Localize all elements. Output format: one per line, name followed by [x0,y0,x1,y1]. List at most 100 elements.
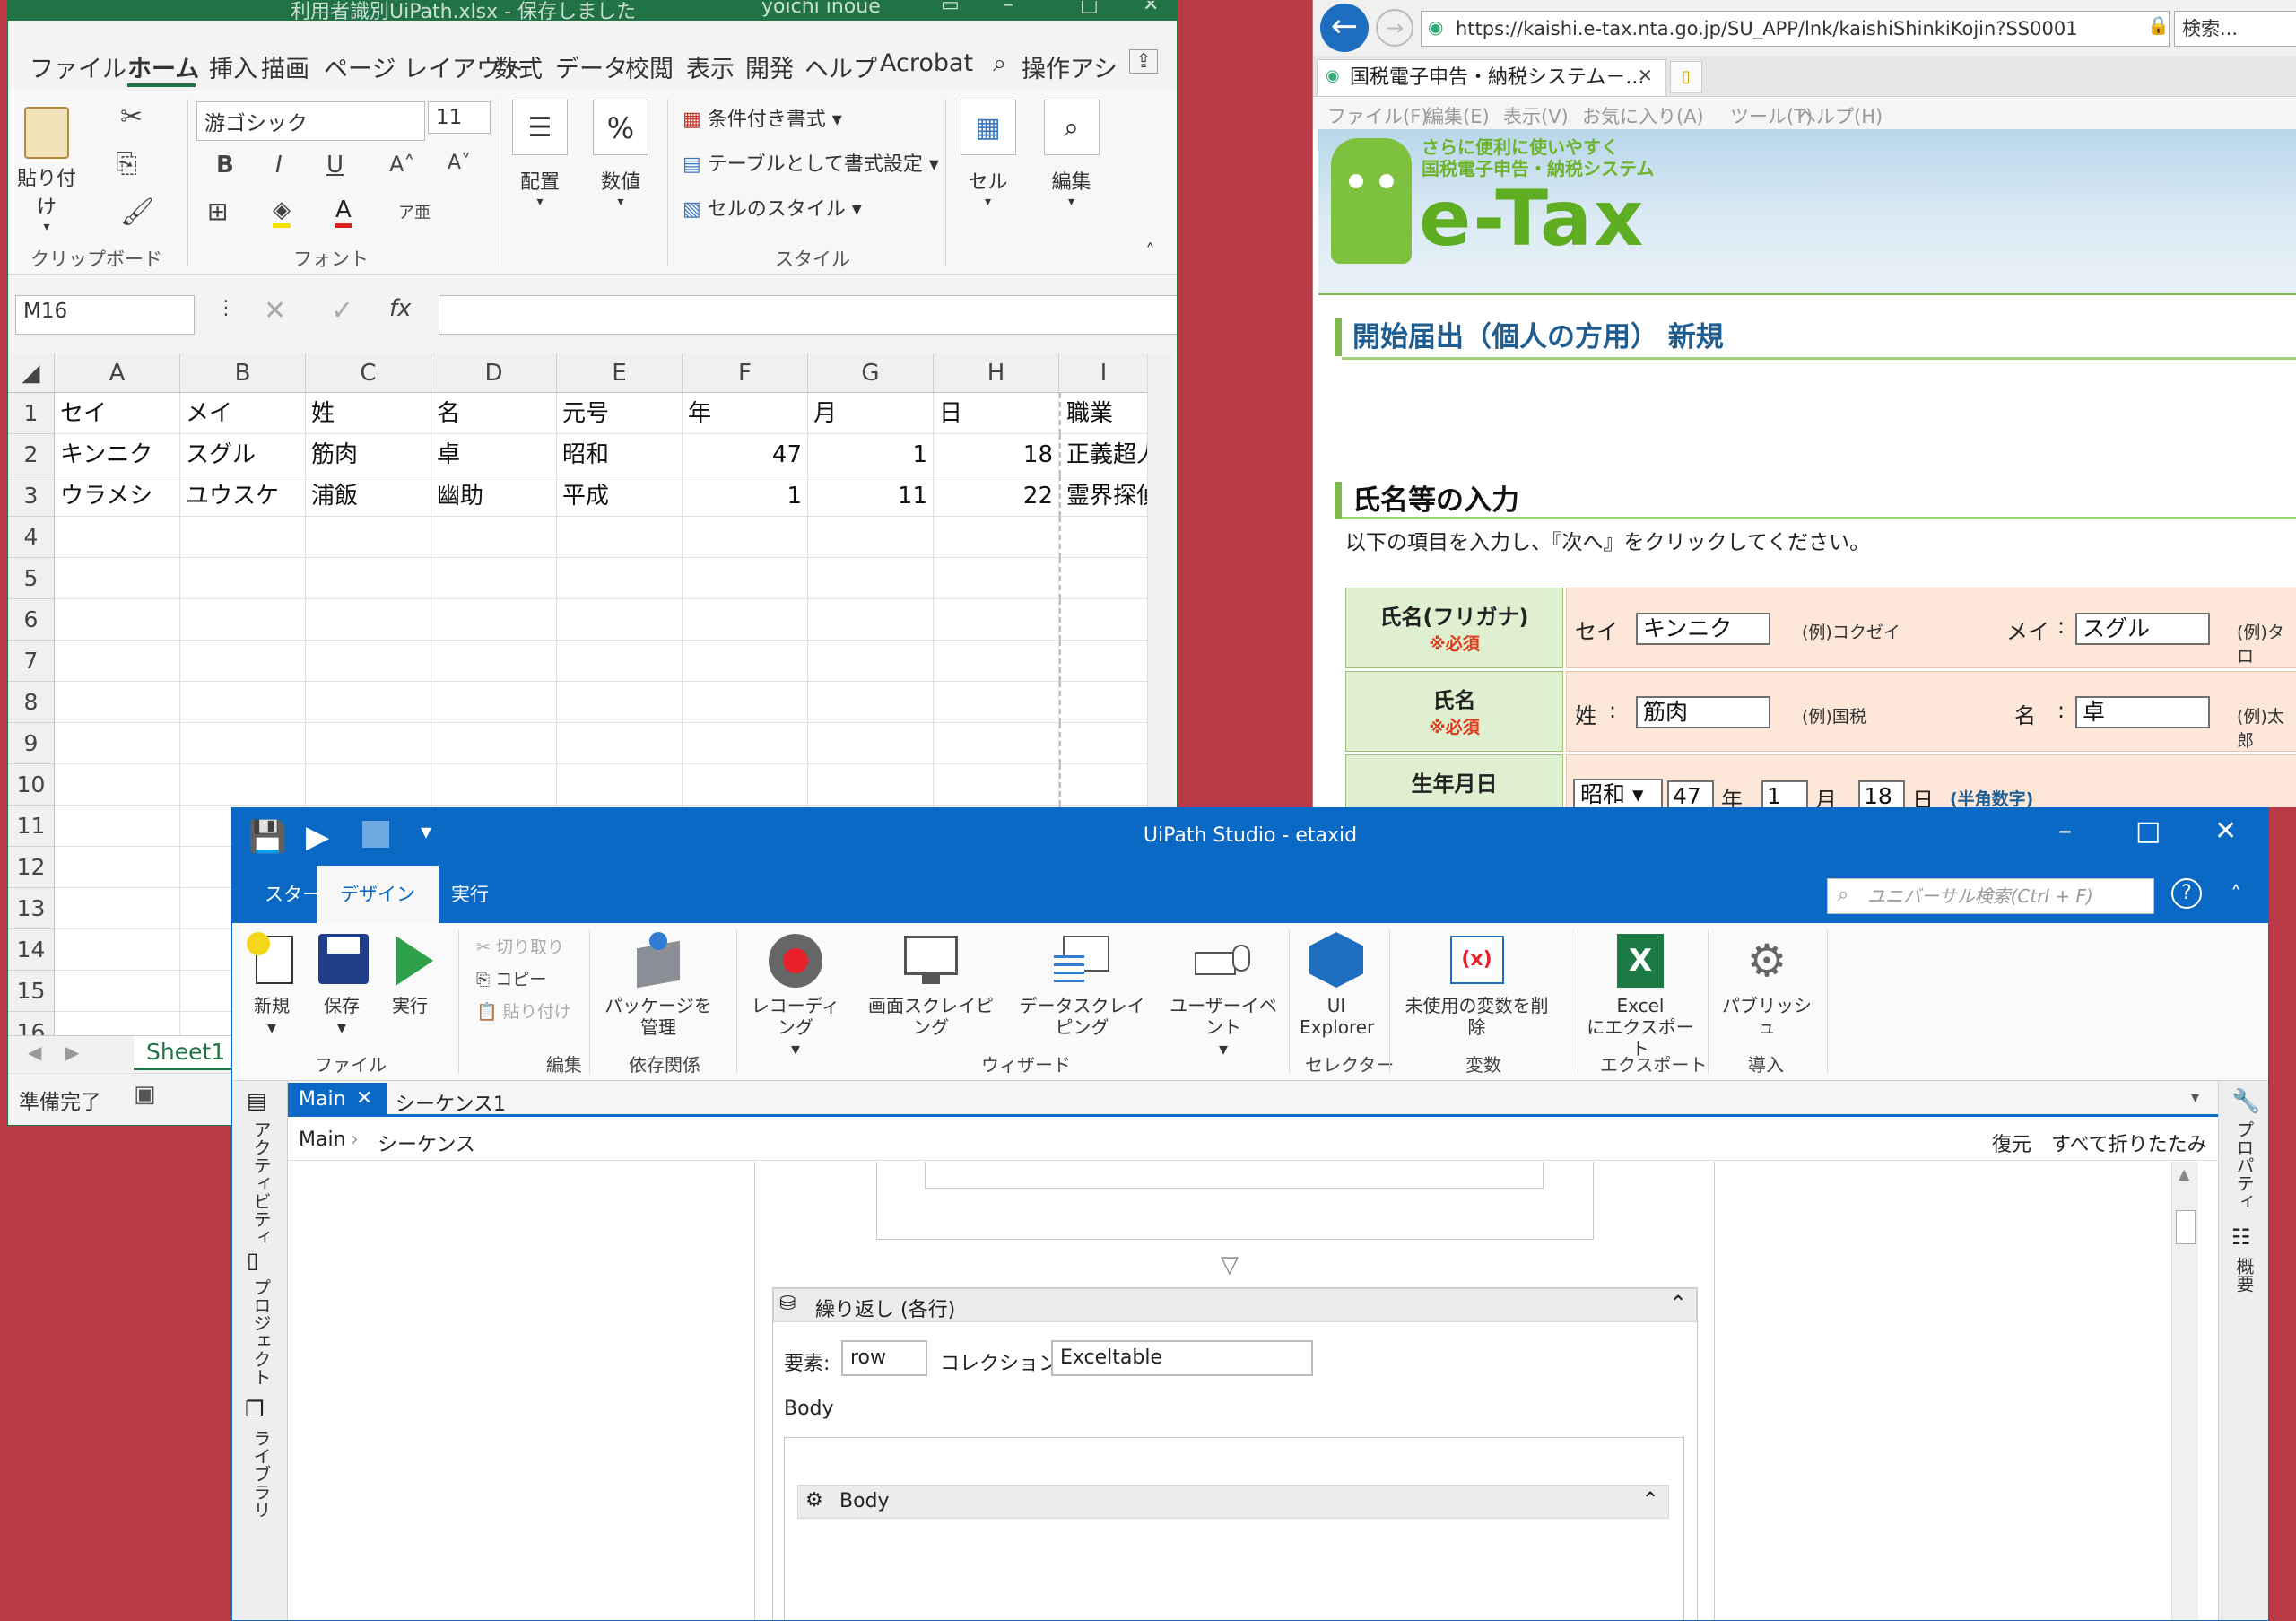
export-excel-button[interactable]: X Excel にエクスポート [1587,932,1694,1059]
search-box[interactable]: 検索... [2174,11,2296,47]
table-cell[interactable] [934,682,1059,723]
sei-kanji-input[interactable]: 筋肉 [1636,696,1770,728]
close-tab-icon[interactable]: ✕ [1638,65,1653,86]
menu-view[interactable]: 表示(V) [1503,102,1569,129]
table-cell[interactable] [431,599,557,641]
table-cell[interactable] [180,682,306,723]
screen-scraping-button[interactable]: 画面スクレイピング [864,932,998,1038]
number-button[interactable]: % 数値 ▾ [589,100,652,209]
table-cell[interactable] [1059,682,1147,723]
column-header[interactable]: H [934,353,1059,393]
table-cell[interactable] [557,723,683,764]
column-header[interactable]: C [306,353,431,393]
table-cell[interactable] [557,764,683,806]
table-cell[interactable]: 1 [683,475,808,517]
enter-icon[interactable]: ✓ [331,295,353,327]
table-cell[interactable] [934,641,1059,682]
table-cell[interactable] [180,723,306,764]
conditional-format-button[interactable]: ▦ 条件付き書式 ▾ [683,103,842,132]
table-cell[interactable] [55,517,180,558]
breadcrumb-main[interactable]: Main [299,1129,346,1151]
table-cell[interactable]: キンニク [55,434,180,475]
table-cell[interactable]: 月 [808,393,934,434]
table-cell[interactable] [1059,558,1147,599]
maximize-icon[interactable]: □ [2135,815,2161,847]
table-cell[interactable]: 日 [934,393,1059,434]
column-header[interactable]: A [55,353,180,393]
paste-button[interactable]: 📋 貼り付け [476,998,571,1023]
sheet-tab[interactable]: Sheet1 [134,1036,239,1070]
collection-input[interactable]: Exceltable [1051,1340,1313,1376]
table-cell[interactable]: 47 [683,434,808,475]
row-header[interactable]: 7 [8,641,55,682]
share-icon[interactable]: ⇪ [1129,49,1159,74]
close-icon[interactable]: ✕ [2214,815,2237,847]
copy-button[interactable]: ⎘ コピー [476,966,546,990]
panel-properties[interactable]: プロパティ [2231,1120,2257,1210]
table-cell[interactable] [683,723,808,764]
collapse-activity-icon[interactable]: ⌃ [1669,1291,1687,1316]
panel-activities[interactable]: アクティビティ [248,1120,274,1246]
table-cell[interactable] [934,599,1059,641]
table-cell[interactable] [55,1012,180,1035]
bold-icon[interactable]: B [216,152,234,179]
year-input[interactable]: 47 [1667,780,1714,807]
prev-sheet-icon[interactable]: ◀ [28,1041,41,1063]
table-cell[interactable] [55,641,180,682]
tab-review[interactable]: 校閲 [625,49,674,84]
body-container[interactable]: ⚙ Body ⌃ [784,1437,1684,1620]
workflow-canvas[interactable]: ▽ ⛁ 繰り返し (各行) ⌃ 要素: row コレクション: Exceltab… [288,1162,2198,1620]
tab-acrobat[interactable]: Acrobat [880,49,973,77]
table-cell[interactable] [55,888,180,929]
tell-me-input[interactable]: 操作アシ [1022,49,1118,84]
scroll-up-icon[interactable]: ▲ [2179,1165,2189,1182]
table-cell[interactable] [934,764,1059,806]
body-sequence-header[interactable]: ⚙ Body ⌃ [797,1485,1669,1519]
row-header[interactable]: 11 [8,806,55,847]
search-icon[interactable]: ⌕ [993,49,1006,78]
table-cell[interactable]: 正義超人 [1059,434,1147,475]
tab-formulas[interactable]: 数式 [494,49,543,84]
cut-icon[interactable]: ✂ [120,101,143,133]
column-header[interactable]: B [180,353,306,393]
table-cell[interactable] [808,682,934,723]
column-header[interactable]: D [431,353,557,393]
menu-edit[interactable]: 編集(E) [1425,102,1490,129]
table-cell[interactable]: 1 [808,434,934,475]
table-cell[interactable] [55,929,180,971]
tab-execute[interactable]: 実行 [428,866,512,923]
row-header[interactable]: 10 [8,764,55,806]
new-tab-icon[interactable]: ▯ [1670,61,1702,93]
macro-record-icon[interactable]: ▣ [134,1081,156,1108]
sei-input[interactable]: キンニク [1636,613,1770,645]
row-header[interactable]: 1 [8,393,55,434]
table-cell[interactable]: 18 [934,434,1059,475]
table-cell[interactable] [683,599,808,641]
table-cell[interactable] [934,558,1059,599]
format-painter-icon[interactable]: 🖌 [120,196,154,228]
tab-file[interactable]: ファイル [30,49,126,84]
formula-input[interactable] [439,295,1177,335]
table-cell[interactable] [306,517,431,558]
url-input[interactable]: https://kaishi.e-tax.nta.go.jp/SU_APP/ln… [1421,11,2170,47]
table-cell[interactable]: 筋肉 [306,434,431,475]
table-cell[interactable] [180,517,306,558]
table-cell[interactable]: 浦飯 [306,475,431,517]
row-header[interactable]: 16 [8,1012,55,1035]
tab-draw[interactable]: 描画 [261,49,309,84]
table-cell[interactable] [1059,517,1147,558]
border-icon[interactable]: ⊞ [207,196,228,226]
column-header[interactable]: E [557,353,683,393]
alignment-button[interactable]: ☰ 配置 ▾ [509,100,571,209]
table-cell[interactable] [1059,599,1147,641]
panel-project[interactable]: プロジェクト [248,1278,274,1386]
manage-packages-button[interactable]: パッケージを管理 [600,932,717,1038]
table-cell[interactable] [808,599,934,641]
table-cell[interactable] [808,517,934,558]
minimize-icon[interactable]: – [1004,1,1013,16]
tab-dropdown-icon[interactable]: ▾ [2191,1088,2199,1107]
menu-help[interactable]: ヘルプ(H) [1797,102,1883,129]
table-cell[interactable] [180,599,306,641]
recording-button[interactable]: レコーディング ▾ [745,932,846,1059]
breadcrumb-sequence[interactable]: シーケンス [378,1129,475,1157]
